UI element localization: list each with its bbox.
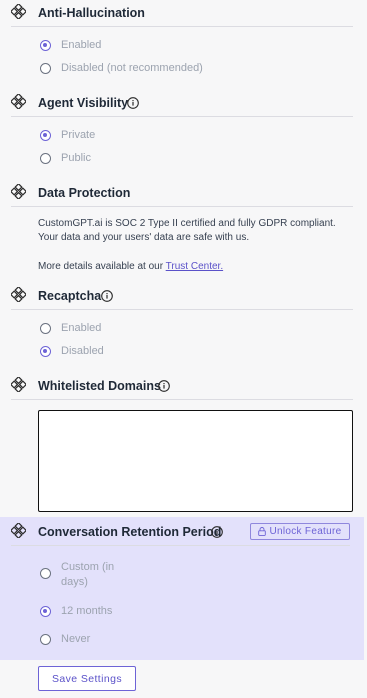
retention-locked-panel: Conversation Retention Period Unlock Fea… xyxy=(0,517,364,660)
recaptcha-options: Enabled Disabled xyxy=(11,310,353,364)
radio-12-months[interactable]: 12 months xyxy=(40,601,350,629)
details-prefix: More details available at our xyxy=(38,261,166,272)
data-protection-description: CustomGPT.ai is SOC 2 Type II certified … xyxy=(11,207,353,274)
radio-never[interactable]: Never xyxy=(40,629,350,652)
radio-button[interactable] xyxy=(40,346,51,357)
radio-enabled[interactable]: Enabled xyxy=(40,35,353,58)
radio-button[interactable] xyxy=(40,130,51,141)
whitelisted-domains-section: Whitelisted Domains xyxy=(0,373,367,512)
radio-label: Public xyxy=(61,152,91,164)
radio-private[interactable]: Private xyxy=(40,125,353,148)
radio-disabled[interactable]: Disabled (not recommended) xyxy=(40,58,353,81)
drag-move-icon xyxy=(11,523,26,538)
section-title: Agent Visibility xyxy=(38,96,129,110)
drag-move-icon xyxy=(11,184,26,199)
retention-section: Conversation Retention Period Unlock Fea… xyxy=(0,517,364,652)
radio-enabled[interactable]: Enabled xyxy=(40,318,353,341)
radio-button[interactable] xyxy=(40,323,51,334)
section-title: Conversation Retention Period xyxy=(38,525,222,539)
radio-label: Private xyxy=(61,129,96,141)
drag-move-icon xyxy=(11,4,26,19)
radio-label: Enabled xyxy=(61,322,102,334)
radio-button[interactable] xyxy=(40,634,51,645)
data-protection-section: Data Protection CustomGPT.ai is SOC 2 Ty… xyxy=(0,180,367,274)
anti-hallucination-section: Anti-Hallucination Enabled Disabled (not… xyxy=(0,0,367,81)
radio-custom-days[interactable]: Custom (in days) xyxy=(40,559,350,601)
anti-hallucination-options: Enabled Disabled (not recommended) xyxy=(11,27,353,81)
save-settings-button[interactable]: Save Settings xyxy=(38,666,136,691)
radio-button[interactable] xyxy=(40,606,51,617)
radio-label: Enabled xyxy=(61,39,102,51)
description-line: CustomGPT.ai is SOC 2 Type II certified … xyxy=(38,218,336,229)
recaptcha-header: Recaptcha xyxy=(11,283,353,310)
retention-header: Conversation Retention Period Unlock Fea… xyxy=(11,519,350,546)
info-icon[interactable] xyxy=(101,290,113,302)
lock-icon xyxy=(258,527,267,536)
whitelisted-domains-input[interactable] xyxy=(38,410,353,512)
radio-button[interactable] xyxy=(40,153,51,164)
agent-visibility-section: Agent Visibility Private Public xyxy=(0,90,367,171)
section-title: Whitelisted Domains xyxy=(38,379,161,393)
radio-button[interactable] xyxy=(40,63,51,74)
radio-public[interactable]: Public xyxy=(40,148,353,171)
trust-center-line: More details available at our Trust Cent… xyxy=(38,260,353,274)
radio-label-line: days) xyxy=(61,576,88,588)
retention-options: Custom (in days) 12 months Never xyxy=(11,546,350,652)
recaptcha-section: Recaptcha Enabled Disabled xyxy=(0,283,367,364)
radio-label: Disabled (not recommended) xyxy=(61,62,203,74)
section-title: Data Protection xyxy=(38,186,131,200)
info-icon[interactable] xyxy=(211,526,223,538)
section-title: Recaptcha xyxy=(38,289,102,303)
description-line: Your data and your users' data are safe … xyxy=(38,232,250,243)
drag-move-icon xyxy=(11,94,26,109)
info-icon[interactable] xyxy=(127,97,139,109)
radio-button[interactable] xyxy=(40,40,51,51)
radio-label: Never xyxy=(61,633,91,645)
drag-move-icon xyxy=(11,287,26,302)
drag-move-icon xyxy=(11,377,26,392)
agent-visibility-options: Private Public xyxy=(11,117,353,171)
whitelisted-domains-header: Whitelisted Domains xyxy=(11,373,353,400)
radio-label: 12 months xyxy=(61,605,113,617)
anti-hallucination-header: Anti-Hallucination xyxy=(11,0,353,27)
radio-label: Disabled xyxy=(61,345,104,357)
data-protection-header: Data Protection xyxy=(11,180,353,207)
radio-label: Custom (in days) xyxy=(61,560,114,590)
radio-label-line: Custom (in xyxy=(61,561,115,573)
info-icon[interactable] xyxy=(158,380,170,392)
radio-button[interactable] xyxy=(40,568,51,579)
section-title: Anti-Hallucination xyxy=(38,6,145,20)
unlock-feature-label: Unlock Feature xyxy=(269,526,342,537)
trust-center-link[interactable]: Trust Center. xyxy=(166,261,223,272)
radio-disabled[interactable]: Disabled xyxy=(40,341,353,364)
agent-visibility-header: Agent Visibility xyxy=(11,90,353,117)
unlock-feature-button[interactable]: Unlock Feature xyxy=(250,523,350,540)
